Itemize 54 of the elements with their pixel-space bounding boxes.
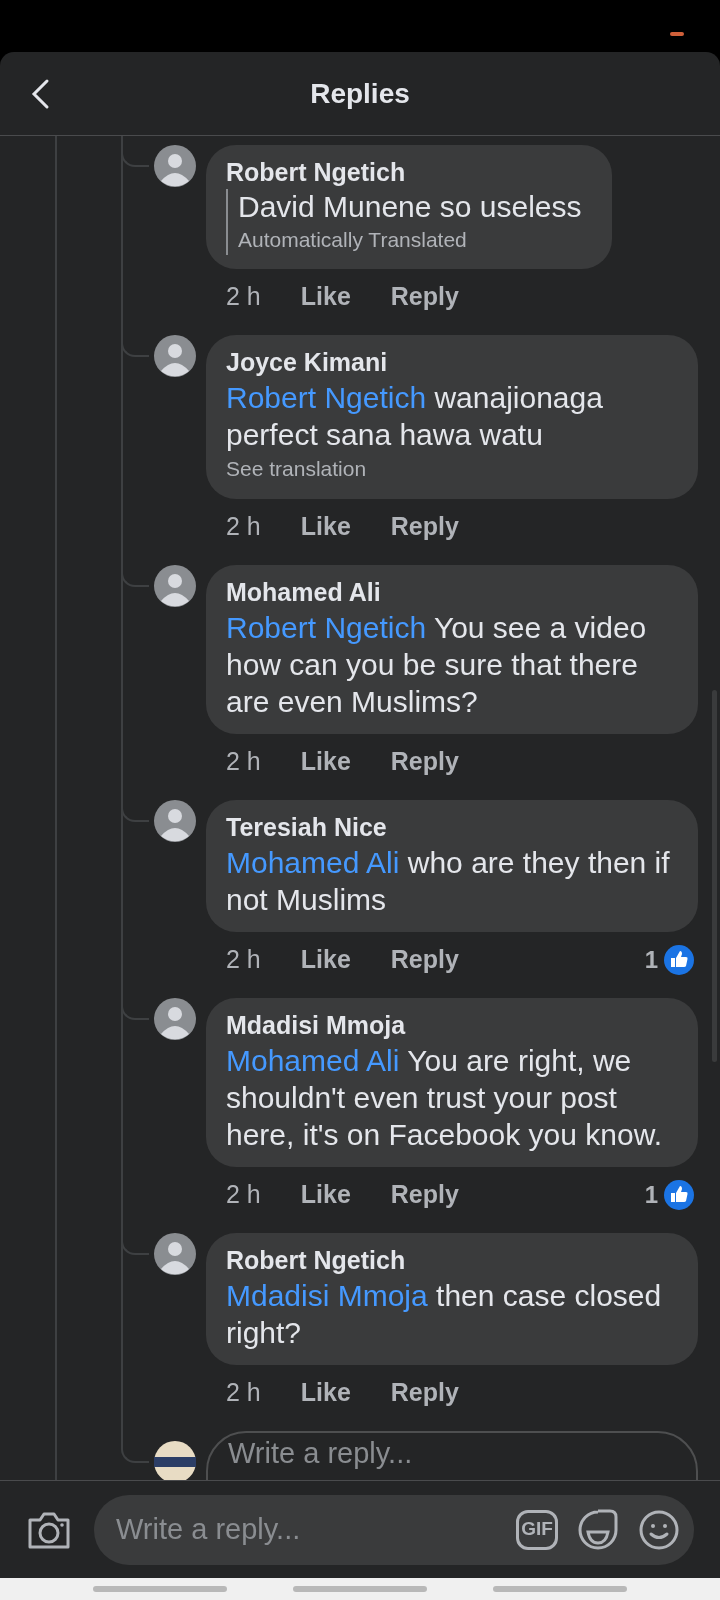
comment-text: Mohamed Ali who are they then if not Muslims (226, 845, 671, 918)
like-link[interactable]: Like (300, 278, 351, 316)
comment-text: Robert Ngetich wanajionaga perfect sana hawa watu (226, 380, 604, 453)
comment-author[interactable]: Robert Ngetich (226, 157, 592, 187)
like-link[interactable]: Like (300, 508, 351, 546)
inline-reply-field[interactable]: Write a reply... (206, 1431, 698, 1480)
comment-text: Mohamed Ali You are right, we shouldn't even trust your post here, it's on Facebook you know. (226, 1043, 663, 1153)
avatar[interactable] (154, 1233, 196, 1275)
reply-link[interactable]: Reply (390, 1176, 459, 1214)
like-reaction-icon[interactable] (664, 1180, 694, 1210)
comment-time: 2 h (226, 1179, 261, 1211)
like-link[interactable]: Like (300, 743, 351, 781)
sticker-icon[interactable] (576, 1507, 620, 1552)
comment-time: 2 h (226, 944, 261, 976)
avatar[interactable] (154, 1441, 196, 1480)
comment-text: David Munene so useless (238, 189, 583, 225)
reply-link[interactable]: Reply (390, 278, 459, 316)
header-title: Replies (310, 76, 410, 111)
gif-button[interactable]: GIF (516, 1509, 558, 1550)
comment-time: 2 h (226, 281, 261, 313)
avatar[interactable] (154, 145, 196, 187)
comment-author[interactable]: Mdadisi Mmoja (226, 1010, 678, 1040)
reply-link[interactable]: Reply (390, 508, 459, 546)
reply-link[interactable]: Reply (390, 743, 459, 781)
comment-author[interactable]: Mohamed Ali (226, 577, 678, 607)
like-reaction-icon[interactable] (664, 945, 694, 975)
comment-text: Mdadisi Mmoja then case closed right? (226, 1278, 663, 1351)
avatar[interactable] (154, 335, 196, 377)
back-icon (30, 78, 50, 110)
comment-author[interactable]: Joyce Kimani (226, 347, 678, 377)
status-indicator (670, 32, 684, 36)
comment-time: 2 h (226, 1377, 261, 1409)
see-translation-link[interactable]: See translation (226, 453, 678, 485)
reply-link[interactable]: Reply (390, 1374, 459, 1412)
nav-bar-handle[interactable] (293, 1586, 427, 1592)
avatar[interactable] (154, 800, 196, 842)
comment-time: 2 h (226, 746, 261, 778)
comment-author[interactable]: Robert Ngetich (226, 1245, 678, 1275)
like-link[interactable]: Like (300, 941, 351, 979)
reaction-count[interactable]: 1 (644, 1177, 658, 1213)
nav-bar-handle[interactable] (493, 1586, 627, 1592)
emoji-icon[interactable] (638, 1508, 680, 1551)
like-link[interactable]: Like (300, 1176, 351, 1214)
translation-note: Automatically Translated (238, 227, 468, 253)
like-link[interactable]: Like (300, 1374, 351, 1412)
comment-author[interactable]: Teresiah Nice (226, 812, 678, 842)
reaction-count[interactable]: 1 (644, 942, 658, 978)
comment-text: Robert Ngetich You see a video how can you be sure that there are even Muslims? (226, 610, 648, 720)
reply-link[interactable]: Reply (390, 941, 459, 979)
nav-bar-handle[interactable] (93, 1586, 227, 1592)
avatar[interactable] (154, 565, 196, 607)
avatar[interactable] (154, 998, 196, 1040)
comment-time: 2 h (226, 511, 261, 543)
reply-field[interactable]: Write a reply... GIF (94, 1494, 694, 1565)
